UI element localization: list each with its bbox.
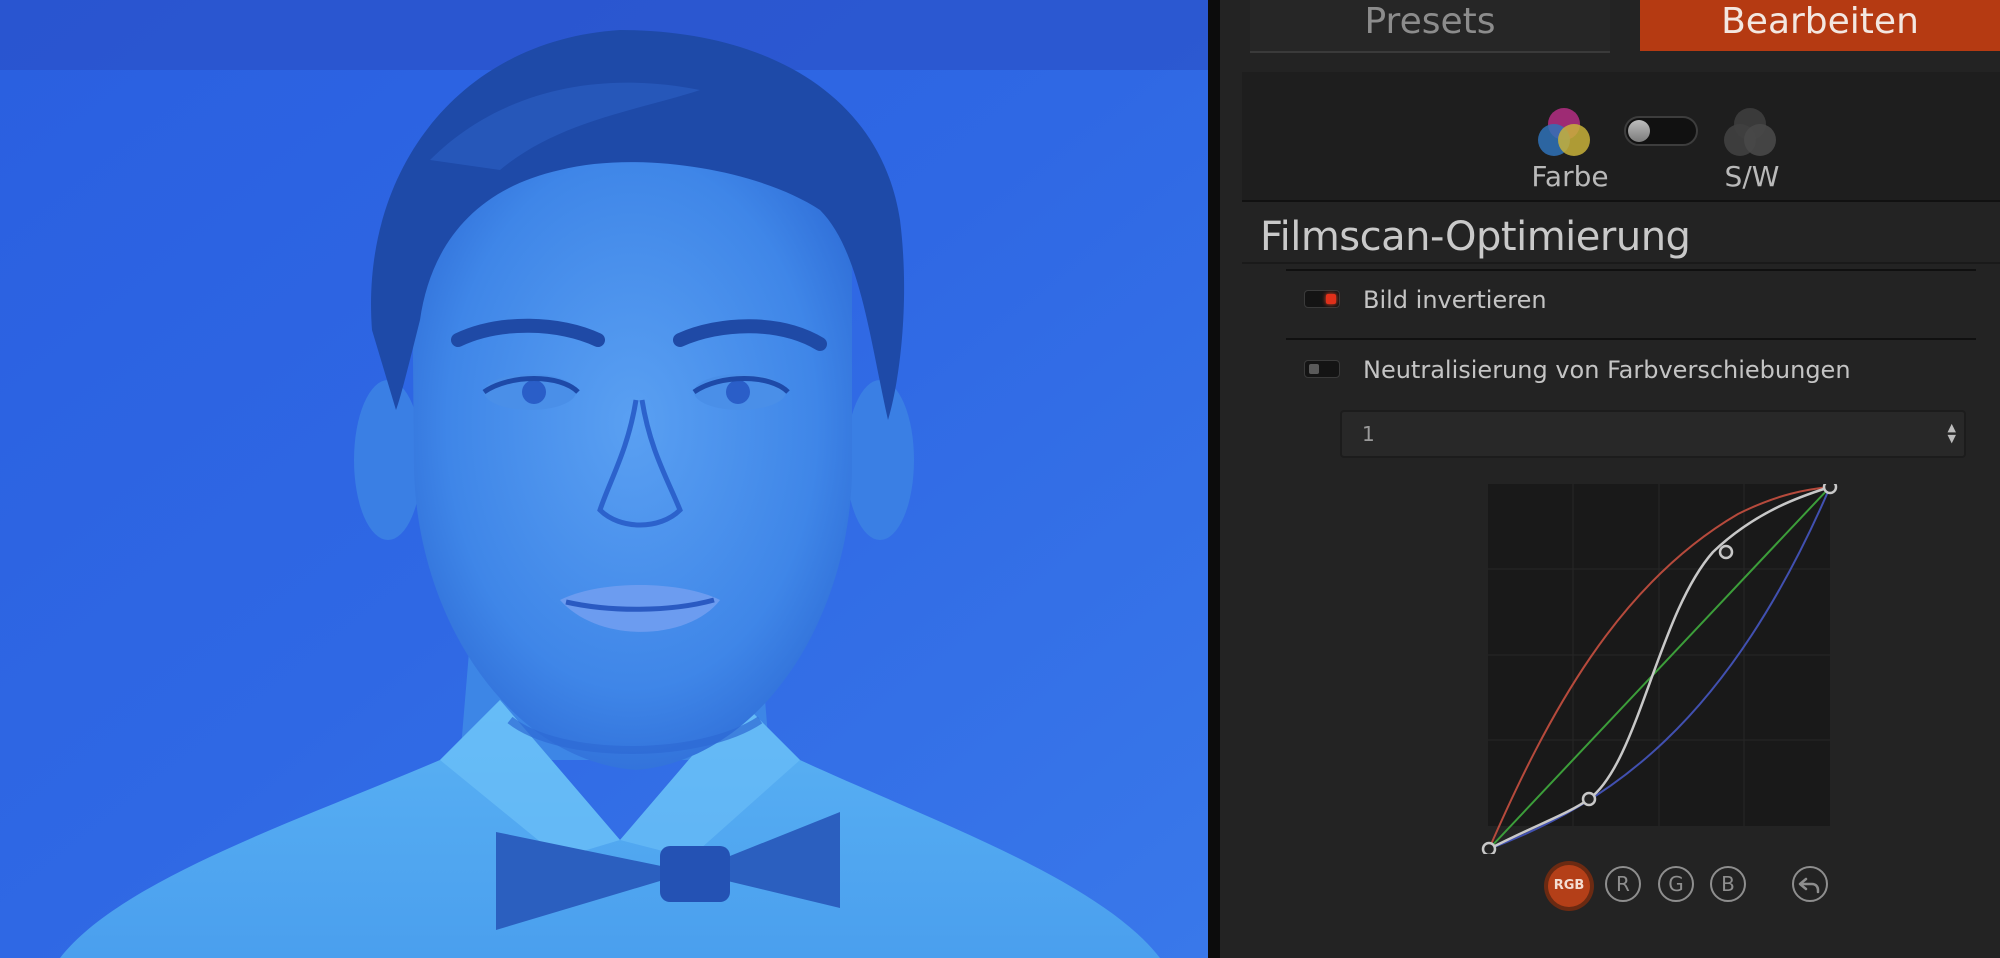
divider (1286, 269, 1976, 271)
neutralize-label: Neutralisierung von Farbverschiebungen (1363, 356, 1851, 384)
panel-divider[interactable] (1208, 0, 1220, 958)
invert-label: Bild invertieren (1363, 286, 1547, 314)
curve-reset-button[interactable] (1792, 866, 1828, 902)
photo-preview[interactable] (0, 0, 1208, 958)
film-type-select[interactable]: 1 ▲ ▼ (1340, 410, 1966, 458)
channel-r-button[interactable]: R (1605, 866, 1641, 902)
edit-panel: Presets Bearbeiten Farbe S/W Filmscan-Op… (1220, 0, 2000, 958)
channel-b-button[interactable]: B (1710, 866, 1746, 902)
channel-g-button[interactable]: G (1658, 866, 1694, 902)
toggle-indicator (1326, 294, 1336, 304)
select-value: 1 (1362, 422, 1375, 446)
neutralize-toggle[interactable] (1304, 360, 1340, 378)
invert-toggle[interactable] (1304, 290, 1340, 308)
select-arrows-icon: ▲ ▼ (1947, 421, 1956, 445)
tab-presets[interactable]: Presets (1250, 0, 1610, 53)
tone-curve-editor[interactable] (1468, 484, 1848, 854)
curve-point[interactable] (1822, 484, 1838, 495)
channel-rgb-button[interactable]: RGB (1548, 865, 1590, 907)
color-mode-selector: Farbe S/W (1242, 72, 2000, 202)
toggle-knob (1628, 120, 1650, 142)
bw-mode-label[interactable]: S/W (1682, 160, 1822, 193)
curve-point[interactable] (1718, 544, 1734, 560)
divider (1286, 338, 1976, 340)
curve-point[interactable] (1481, 841, 1497, 854)
tab-edit[interactable]: Bearbeiten (1640, 0, 2000, 51)
undo-arrow-icon (1798, 877, 1820, 894)
toggle-indicator (1309, 364, 1319, 374)
divider (1242, 262, 2000, 264)
gray-circles-icon[interactable] (1720, 106, 1780, 162)
section-title[interactable]: Filmscan-Optimierung (1260, 214, 1691, 260)
photo-image (0, 0, 1208, 958)
color-bw-toggle[interactable] (1624, 116, 1698, 146)
color-circles-icon[interactable] (1534, 106, 1594, 162)
color-mode-label[interactable]: Farbe (1500, 160, 1640, 193)
curve-point[interactable] (1581, 791, 1597, 807)
